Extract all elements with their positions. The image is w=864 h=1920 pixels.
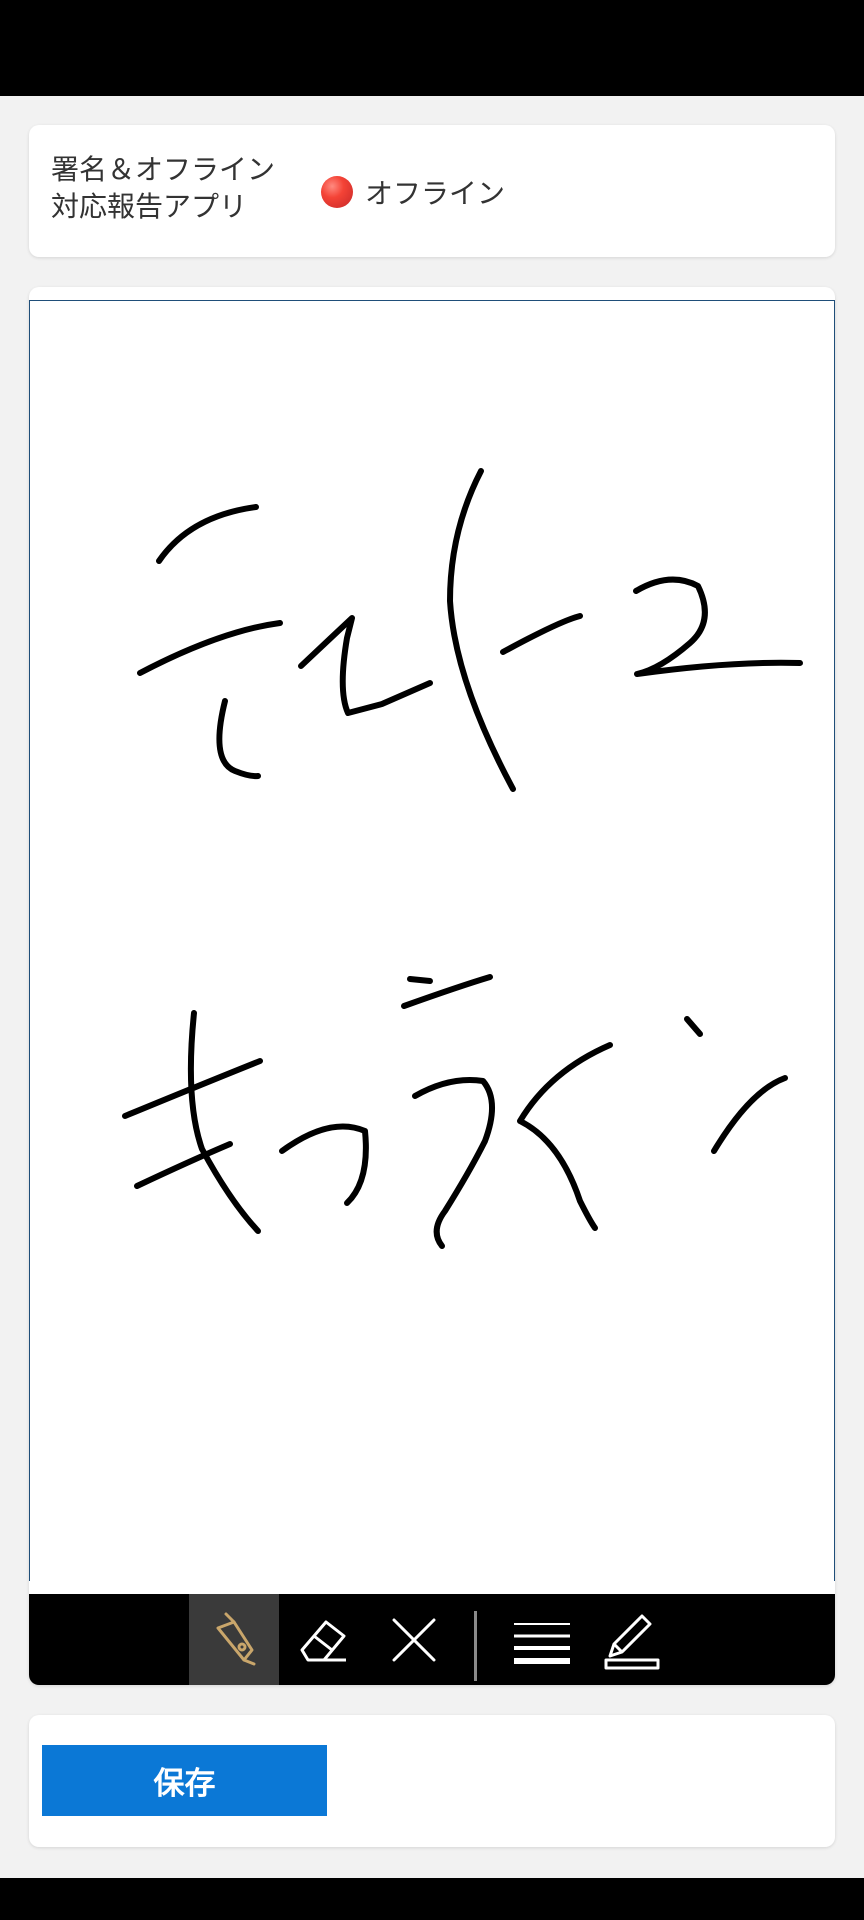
- system-navigation-bar: [0, 1878, 864, 1920]
- handwriting-strokes: [122, 468, 803, 1249]
- line-width-button[interactable]: [497, 1594, 587, 1685]
- close-icon: [392, 1618, 436, 1661]
- signature-card: [29, 287, 835, 1685]
- drawing-toolbar: [29, 1594, 835, 1685]
- line-width-icon: [514, 1622, 570, 1664]
- app-title-line1: 署名＆オフライン: [51, 153, 276, 186]
- app-title: 署名＆オフライン 対応報告アプリ: [51, 151, 311, 225]
- offline-indicator-icon: [321, 176, 353, 208]
- fountain-pen-icon: [216, 1612, 256, 1665]
- actions-card: 保存: [29, 1715, 835, 1847]
- toolbar-divider: [474, 1611, 477, 1681]
- connection-status-label: オフライン: [365, 177, 506, 210]
- pen-tool-button[interactable]: [189, 1594, 279, 1685]
- header-card: 署名＆オフライン 対応報告アプリ オフライン: [29, 125, 835, 257]
- signature-canvas[interactable]: [29, 300, 835, 1581]
- save-button[interactable]: 保存: [42, 1745, 327, 1816]
- connection-status: オフライン: [321, 172, 505, 212]
- eraser-tool-button[interactable]: [279, 1594, 369, 1685]
- edit-settings-button[interactable]: [587, 1594, 677, 1685]
- app-title-line2: 対応報告アプリ: [51, 190, 248, 223]
- eraser-icon: [300, 1620, 346, 1661]
- system-status-bar: [0, 0, 864, 96]
- clear-button[interactable]: [369, 1594, 459, 1685]
- edit-square-icon: [604, 1614, 660, 1669]
